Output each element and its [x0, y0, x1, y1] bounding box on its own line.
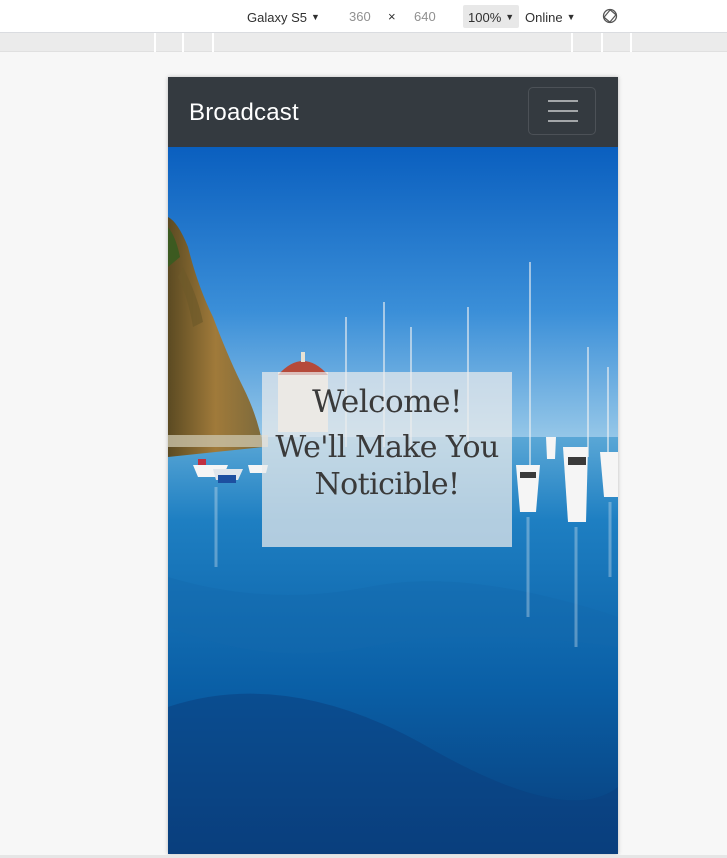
- ruler-tick: [154, 33, 156, 52]
- height-input[interactable]: 640: [414, 9, 436, 25]
- network-select-label: Online: [525, 10, 563, 25]
- ruler-tick: [571, 33, 573, 52]
- ruler-tick: [601, 33, 603, 52]
- device-viewport: Broadcast Welcome! We'll Make You Notici…: [168, 77, 618, 854]
- zoom-select-label: 100%: [468, 10, 502, 25]
- device-toolbar: Galaxy S5 ▼ 360 × 640 100% ▼ Online ▼: [0, 0, 727, 33]
- network-caret-icon: ▼: [566, 12, 576, 22]
- tagline-heading: We'll Make You Noticible!: [275, 430, 499, 502]
- welcome-heading: Welcome!: [312, 384, 462, 420]
- welcome-overlay: Welcome! We'll Make You Noticible!: [262, 372, 512, 547]
- ruler-tick: [630, 33, 632, 52]
- ruler-tick: [182, 33, 184, 52]
- device-select[interactable]: Galaxy S5 ▼: [247, 9, 320, 26]
- media-query-bar[interactable]: [0, 33, 727, 52]
- device-select-label: Galaxy S5: [247, 10, 307, 25]
- navbar: Broadcast: [168, 77, 618, 147]
- device-caret-icon: ▼: [310, 12, 320, 22]
- zoom-select[interactable]: 100% ▼: [468, 9, 514, 26]
- dimension-separator: ×: [388, 9, 396, 24]
- navbar-toggler-button[interactable]: [528, 87, 596, 135]
- network-select[interactable]: Online ▼: [525, 9, 576, 26]
- zoom-caret-icon: ▼: [505, 12, 515, 22]
- ruler-tick: [212, 33, 214, 52]
- navbar-brand[interactable]: Broadcast: [189, 97, 299, 129]
- hero-section: Welcome! We'll Make You Noticible!: [168, 147, 618, 854]
- width-input[interactable]: 360: [349, 9, 371, 25]
- rotate-icon[interactable]: [602, 8, 618, 24]
